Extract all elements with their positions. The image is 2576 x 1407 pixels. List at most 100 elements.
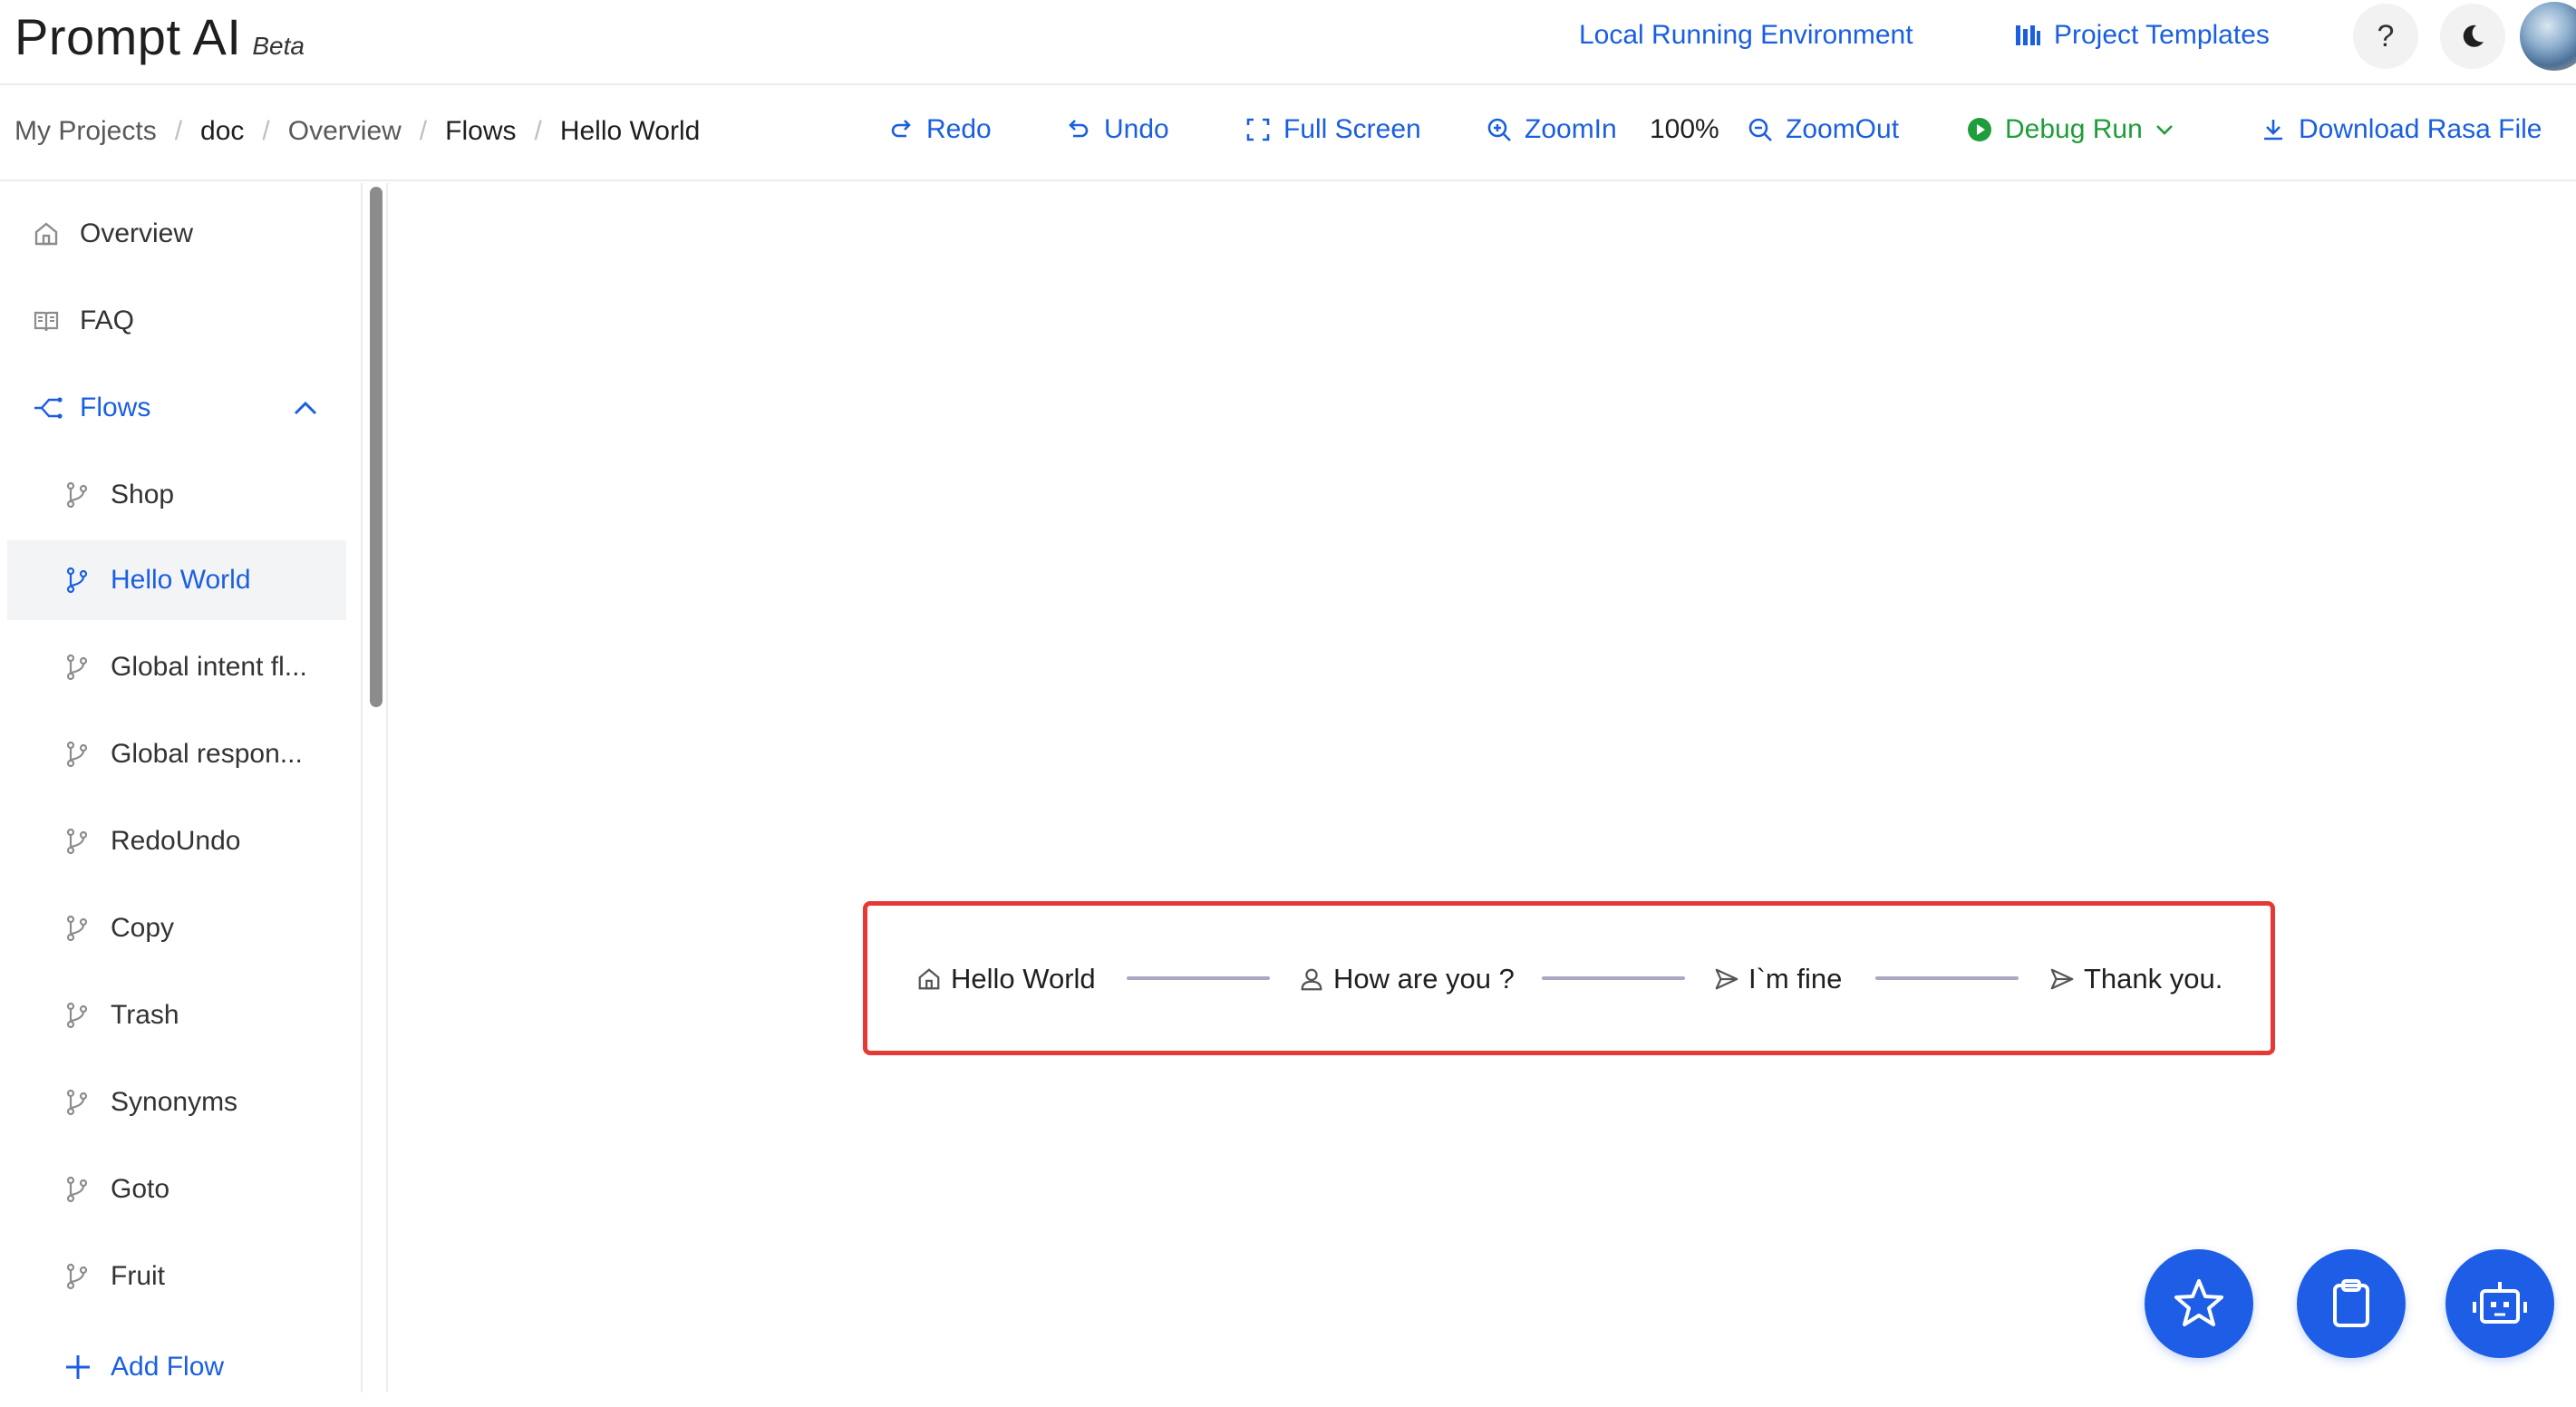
templates-icon	[2014, 22, 2041, 49]
add-flow-label: Add Flow	[111, 1352, 225, 1382]
breadcrumb-my-projects[interactable]: My Projects	[15, 116, 157, 147]
brand-logo[interactable]: Prompt AI Beta	[15, 7, 305, 66]
breadcrumb-separator: /	[174, 116, 183, 146]
flow-node-label: I`m fine	[1748, 963, 1843, 995]
sidebar-flow-item[interactable]: Shop	[7, 455, 346, 535]
local-environment-link[interactable]: Local Running Environment	[1579, 20, 1913, 51]
sidebar-flow-item[interactable]: RedoUndo	[7, 801, 346, 881]
flow-label: Trash	[111, 1000, 179, 1030]
flow-toolbar: My Projects / doc / Overview / Flows / H…	[0, 87, 2576, 181]
flow-label: Global respon...	[111, 739, 303, 769]
sidebar-flow-item-active[interactable]: Hello World	[7, 540, 346, 620]
project-templates-link[interactable]: Project Templates	[2014, 20, 2270, 51]
book-icon	[33, 307, 62, 335]
send-icon	[1714, 966, 1739, 992]
assistant-fab-button[interactable]	[2445, 1249, 2554, 1358]
zoom-out-icon	[1748, 117, 1773, 142]
flow-icon	[33, 394, 63, 422]
zoom-out-label: ZoomOut	[1786, 114, 1900, 144]
question-icon: ?	[2377, 18, 2395, 53]
chevron-down-icon	[2154, 119, 2175, 141]
flow-label: Synonyms	[111, 1087, 238, 1117]
favorite-fab-button[interactable]	[2145, 1249, 2253, 1358]
flow-label: Goto	[111, 1174, 170, 1204]
breadcrumb-separator: /	[534, 116, 542, 146]
breadcrumb: My Projects / doc / Overview / Flows / H…	[15, 116, 700, 147]
redo-icon	[888, 117, 914, 142]
moon-icon	[2458, 22, 2487, 51]
sidebar-flow-item[interactable]: Copy	[7, 888, 346, 968]
sidebar-item-overview[interactable]: Overview	[7, 194, 346, 274]
zoom-in-button[interactable]: ZoomIn	[1487, 114, 1617, 145]
flow-label: RedoUndo	[111, 826, 241, 856]
avatar[interactable]	[2520, 2, 2576, 71]
theme-toggle-button[interactable]	[2440, 4, 2505, 69]
flow-node-user[interactable]: How are you ?	[1299, 963, 1515, 995]
debug-run-button[interactable]: Debug Run	[1967, 114, 2175, 145]
top-header: Prompt AI Beta Local Running Environment…	[0, 0, 2576, 85]
sidebar-flow-item[interactable]: Goto	[7, 1150, 346, 1229]
branch-icon	[63, 1263, 92, 1290]
chevron-up-icon[interactable]	[292, 395, 319, 422]
sidebar-item-label: Flows	[80, 393, 151, 422]
debug-run-label: Debug Run	[2005, 114, 2143, 144]
flow-node-bot[interactable]: I`m fine	[1714, 963, 1842, 995]
flow-canvas[interactable]: Hello World How are you ? I`m fine Thank…	[390, 183, 2576, 1392]
breadcrumb-separator: /	[262, 116, 270, 146]
full-screen-label: Full Screen	[1283, 114, 1421, 144]
zoom-level: 100%	[1650, 114, 1719, 144]
star-icon	[2172, 1276, 2226, 1331]
breadcrumb-hello-world: Hello World	[559, 116, 701, 146]
sidebar-flow-item[interactable]: Global intent fl...	[7, 627, 346, 707]
sidebar-item-flows[interactable]: Flows	[7, 368, 346, 448]
breadcrumb-doc[interactable]: doc	[200, 116, 244, 147]
flow-edge	[1542, 976, 1685, 980]
sidebar-scrollbar-thumb[interactable]	[370, 187, 383, 707]
zoom-in-label: ZoomIn	[1525, 114, 1617, 144]
branch-icon	[63, 1002, 92, 1029]
flow-highlight-box: Hello World How are you ? I`m fine Thank…	[863, 901, 2275, 1055]
redo-label: Redo	[926, 114, 992, 144]
undo-button[interactable]: Undo	[1066, 114, 1169, 145]
sidebar-flow-item[interactable]: Trash	[7, 975, 346, 1055]
full-screen-button[interactable]: Full Screen	[1245, 114, 1421, 145]
sidebar-flow-item[interactable]: Fruit	[7, 1237, 346, 1316]
flow-node-bot[interactable]: Thank you.	[2049, 963, 2223, 995]
add-flow-button[interactable]: Add Flow	[7, 1327, 346, 1407]
help-button[interactable]: ?	[2353, 4, 2418, 69]
branch-icon	[63, 481, 92, 509]
sidebar-item-label: FAQ	[80, 306, 135, 335]
sidebar-flow-item[interactable]: Global respon...	[7, 714, 346, 794]
user-icon	[1299, 966, 1324, 992]
sidebar: Overview FAQ Flows Shop Hello World Glob…	[0, 183, 363, 1392]
undo-icon	[1066, 117, 1091, 142]
branch-icon	[63, 567, 92, 594]
branch-icon	[63, 1176, 92, 1203]
zoom-out-button[interactable]: ZoomOut	[1748, 114, 1899, 145]
robot-icon	[2471, 1276, 2529, 1331]
branch-icon	[63, 915, 92, 942]
flow-edge	[1875, 976, 2019, 980]
branch-icon	[63, 1089, 92, 1116]
breadcrumb-separator: /	[419, 116, 428, 146]
home-icon	[33, 220, 62, 247]
brand-name: Prompt AI	[15, 8, 242, 65]
local-environment-label: Local Running Environment	[1579, 20, 1913, 50]
zoom-in-icon	[1487, 117, 1512, 142]
breadcrumb-flows[interactable]: Flows	[445, 116, 516, 147]
home-icon	[916, 966, 942, 992]
flow-edge	[1127, 976, 1270, 980]
branch-icon	[63, 654, 92, 681]
flow-node-start[interactable]: Hello World	[916, 963, 1096, 995]
redo-button[interactable]: Redo	[888, 114, 992, 145]
breadcrumb-overview[interactable]: Overview	[288, 116, 402, 147]
flow-node-label: How are you ?	[1333, 963, 1515, 995]
flow-node-label: Hello World	[951, 963, 1096, 995]
download-rasa-button[interactable]: Download Rasa File	[2261, 114, 2542, 145]
flow-label: Shop	[111, 480, 175, 509]
sidebar-item-faq[interactable]: FAQ	[7, 281, 346, 361]
clipboard-fab-button[interactable]	[2297, 1249, 2406, 1358]
branch-icon	[63, 741, 92, 768]
flow-label: Global intent fl...	[111, 652, 307, 682]
sidebar-flow-item[interactable]: Synonyms	[7, 1063, 346, 1142]
